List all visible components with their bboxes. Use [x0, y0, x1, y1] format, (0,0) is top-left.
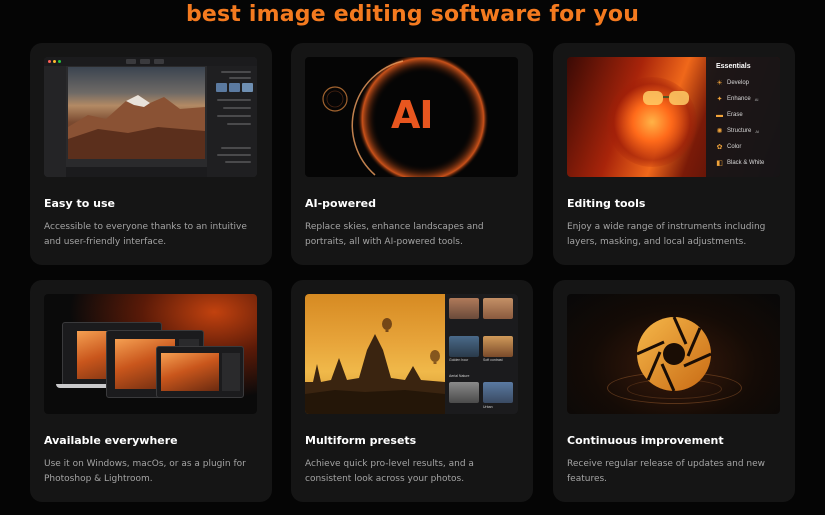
preset-thumbnail[interactable]	[483, 298, 513, 319]
ai-visual: AI	[305, 57, 518, 177]
menu-item-structure[interactable]: ✺ Structure AI	[716, 126, 760, 136]
card-description: Enjoy a wide range of instruments includ…	[567, 222, 766, 247]
structure-icon: ✺	[716, 128, 723, 135]
menu-item-develop[interactable]: ☀ Develop	[716, 78, 749, 88]
feature-card-available-everywhere: Available everywhere Use it on Windows, …	[30, 280, 272, 502]
eraser-icon: ▬	[716, 111, 723, 119]
preset-thumbnail[interactable]	[449, 336, 479, 357]
card-title: Editing tools	[567, 197, 646, 210]
feature-card-multiform-presets: Golden hour Soft contrast Aerial Nature …	[291, 280, 533, 502]
card-title: AI-powered	[305, 197, 376, 210]
aperture-visual	[567, 294, 780, 414]
menu-title: Essentials	[716, 63, 751, 70]
card-title: Easy to use	[44, 197, 115, 210]
feature-card-easy-to-use: Easy to use Accessible to everyone thank…	[30, 43, 272, 265]
preset-label: Soft contrast	[483, 358, 503, 362]
card-title: Multiform presets	[305, 434, 417, 447]
card-title: Continuous improvement	[567, 434, 724, 447]
preset-thumbnail[interactable]	[449, 298, 479, 319]
preset-thumbnail[interactable]	[449, 382, 479, 403]
feature-card-ai-powered: AI AI-powered Replace skies, enhance lan…	[291, 43, 533, 265]
menu-item-enhance[interactable]: ✦ Enhance AI	[716, 94, 759, 104]
menu-item-black-white[interactable]: ◧ Black & White	[716, 158, 764, 168]
aperture-icon	[636, 316, 712, 392]
preset-label: Aerial Nature	[449, 374, 470, 378]
feature-card-continuous-improvement: Continuous improvement Receive regular r…	[553, 280, 795, 502]
ai-badge: AI	[754, 96, 759, 102]
preset-label: Urban	[483, 405, 493, 409]
essentials-visual: Essentials ☀ Develop ✦ Enhance AI ▬ Eras…	[567, 57, 780, 177]
preset-label: Golden hour	[449, 358, 469, 362]
sparkle-icon: ✦	[716, 96, 723, 103]
monitor-screen	[156, 346, 244, 398]
devices-visual	[44, 294, 257, 414]
black-white-icon: ◧	[716, 160, 723, 167]
card-description: Receive regular release of updates and n…	[567, 459, 765, 484]
card-description: Use it on Windows, macOs, or as a plugin…	[44, 459, 246, 484]
feature-card-editing-tools: Essentials ☀ Develop ✦ Enhance AI ▬ Eras…	[553, 43, 795, 265]
ai-logo-text: AI	[391, 93, 434, 137]
preset-thumbnail[interactable]	[483, 336, 513, 357]
sun-icon: ☀	[716, 80, 723, 87]
ai-badge: AI	[755, 128, 760, 134]
color-icon: ✿	[716, 144, 723, 151]
presets-visual: Golden hour Soft contrast Aerial Nature …	[305, 294, 518, 414]
preset-thumbnail[interactable]	[483, 382, 513, 403]
card-description: Replace skies, enhance landscapes and po…	[305, 222, 484, 247]
card-description: Accessible to everyone thanks to an intu…	[44, 222, 247, 247]
menu-item-color[interactable]: ✿ Color	[716, 142, 742, 152]
page-headline: best image editing software for you	[185, 2, 640, 27]
editor-screenshot	[44, 57, 257, 177]
card-title: Available everywhere	[44, 434, 178, 447]
card-description: Achieve quick pro-level results, and a c…	[305, 459, 474, 484]
essentials-menu: Essentials ☀ Develop ✦ Enhance AI ▬ Eras…	[706, 57, 780, 177]
menu-item-erase[interactable]: ▬ Erase	[716, 110, 743, 120]
